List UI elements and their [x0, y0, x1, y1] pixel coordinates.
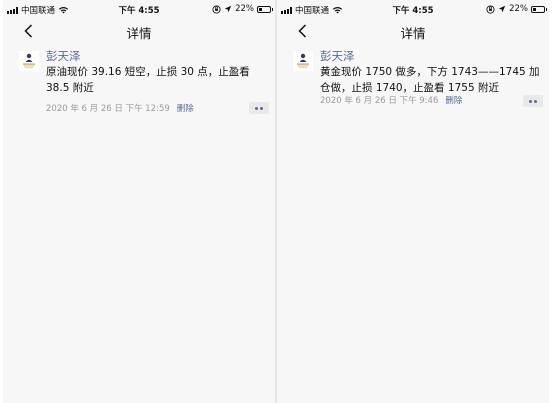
status-right: 22%	[486, 4, 547, 14]
battery-percent: 22%	[235, 4, 254, 14]
location-arrow-icon	[224, 5, 232, 13]
orientation-lock-icon	[212, 4, 221, 14]
location-arrow-icon	[498, 5, 506, 13]
post-text: 原油现价 39.16 短空，止损 30 点，止盈看 38.5 附近	[46, 66, 250, 94]
author-name[interactable]: 彭天泽	[46, 48, 81, 64]
page-title: 详情	[400, 26, 426, 41]
battery-icon	[257, 5, 273, 13]
screenshot-canvas: 中国联通 下午 4:55 22% 详情 彭天泽 原油现价 39.16 短空，止损…	[0, 0, 552, 403]
post-date: 2020 年 6 月 26 日 下午 9:46	[320, 96, 439, 106]
post-meta: 2020 年 6 月 26 日 下午 9:46 删除	[320, 95, 462, 107]
more-button[interactable]	[249, 102, 269, 114]
avatar[interactable]	[19, 51, 39, 71]
phone-screen-right: 中国联通 下午 4:55 22% 详情 彭天泽 黄金现价 1750 做多，下方 …	[277, 0, 549, 403]
more-button[interactable]	[523, 95, 543, 107]
post-date: 2020 年 6 月 26 日 下午 12:59	[46, 104, 170, 114]
post-text: 黄金现价 1750 做多，下方 1743——1745 加仓做，止损 1740，止…	[320, 66, 540, 94]
battery-percent: 22%	[509, 4, 528, 14]
status-bar: 中国联通 下午 4:55 22%	[3, 0, 275, 20]
more-dots-icon	[529, 99, 532, 103]
delete-link[interactable]: 删除	[177, 104, 194, 114]
orientation-lock-icon	[486, 4, 495, 14]
page-title: 详情	[126, 26, 152, 41]
nav-bar: 详情	[277, 20, 549, 42]
battery-icon	[531, 5, 547, 13]
post-item: 彭天泽 原油现价 39.16 短空，止损 30 点，止盈看 38.5 附近 20…	[3, 48, 275, 128]
avatar[interactable]	[293, 51, 313, 71]
status-bar: 中国联通 下午 4:55 22%	[277, 0, 549, 20]
nav-bar: 详情	[3, 20, 275, 42]
author-name[interactable]: 彭天泽	[320, 48, 355, 64]
post-item: 彭天泽 黄金现价 1750 做多，下方 1743——1745 加仓做，止损 17…	[277, 48, 549, 128]
delete-link[interactable]: 删除	[445, 96, 462, 106]
phone-screen-left: 中国联通 下午 4:55 22% 详情 彭天泽 原油现价 39.16 短空，止损…	[3, 0, 275, 403]
more-dots-icon	[255, 106, 258, 110]
status-right: 22%	[212, 4, 273, 14]
post-meta: 2020 年 6 月 26 日 下午 12:59 删除	[46, 103, 194, 115]
